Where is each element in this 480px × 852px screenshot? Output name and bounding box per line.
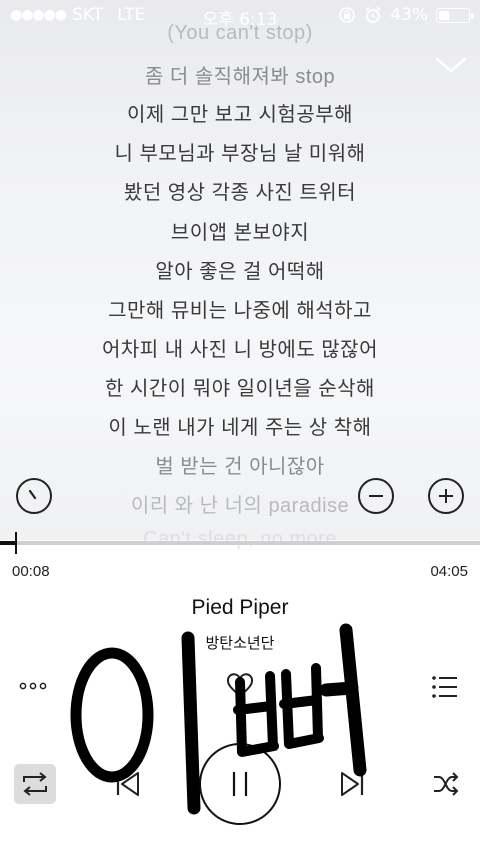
shuffle-icon — [434, 772, 459, 796]
lyric-line: 알아 좋은 걸 어떡해 — [155, 261, 325, 283]
progress-bar[interactable] — [0, 541, 480, 545]
timer-icon — [28, 489, 37, 500]
lyric-line: 어차피 내 사진 니 방에도 많잖어 — [102, 339, 378, 361]
playlist-button[interactable] — [430, 674, 460, 704]
progress-handle[interactable] — [15, 532, 17, 554]
playlist-icon — [432, 676, 457, 698]
song-title: Pied Piper — [191, 596, 289, 619]
more-icon — [19, 682, 47, 690]
progress-fill — [0, 541, 16, 545]
timer-button[interactable] — [16, 478, 52, 514]
shuffle-button[interactable] — [432, 771, 460, 801]
elapsed-time: 00:08 — [12, 563, 50, 580]
like-button[interactable] — [226, 673, 254, 703]
font-smaller-button[interactable] — [358, 478, 394, 514]
repeat-icon — [23, 772, 47, 796]
lyric-line: 니 부모님과 부장님 날 미워해 — [114, 143, 366, 165]
minus-circle-icon — [369, 495, 383, 497]
lyric-line: 벌 받는 건 아니잖아 — [155, 456, 325, 478]
repeat-button[interactable] — [14, 764, 56, 804]
next-icon — [341, 772, 364, 796]
heart-icon — [226, 673, 254, 698]
lyric-line: 그만해 뮤비는 나중에 해석하고 — [108, 300, 372, 322]
lyric-line: 이리 와 난 너의 paradise — [130, 495, 350, 517]
lyric-line: 봤던 영상 각종 사진 트위터 — [123, 182, 357, 204]
lyric-line: (You can't stop) — [167, 22, 313, 44]
previous-icon — [116, 772, 139, 796]
plus-circle-icon — [439, 489, 453, 503]
lyric-line: 한 시간이 뭐야 일이년을 순삭해 — [105, 378, 375, 400]
font-larger-button[interactable] — [428, 478, 464, 514]
pause-icon — [232, 772, 248, 796]
lyric-line: 이제 그만 보고 시험공부해 — [126, 104, 354, 126]
artist-name[interactable]: 방탄소년단 — [0, 632, 480, 653]
previous-button[interactable] — [114, 770, 142, 802]
lyric-line: 이 노랜 내가 네게 주는 상 착해 — [108, 417, 372, 439]
battery-icon — [436, 7, 474, 23]
next-button[interactable] — [338, 770, 366, 802]
lyric-line: Can't sleep, no more — [143, 528, 337, 550]
total-time: 04:05 — [430, 563, 468, 580]
play-pause-button[interactable] — [199, 743, 281, 825]
lyric-line: 브이앱 본보야지 — [170, 222, 310, 244]
lyric-line: 좀 더 솔직해져봐 stop — [144, 66, 336, 88]
more-button[interactable] — [18, 676, 50, 700]
